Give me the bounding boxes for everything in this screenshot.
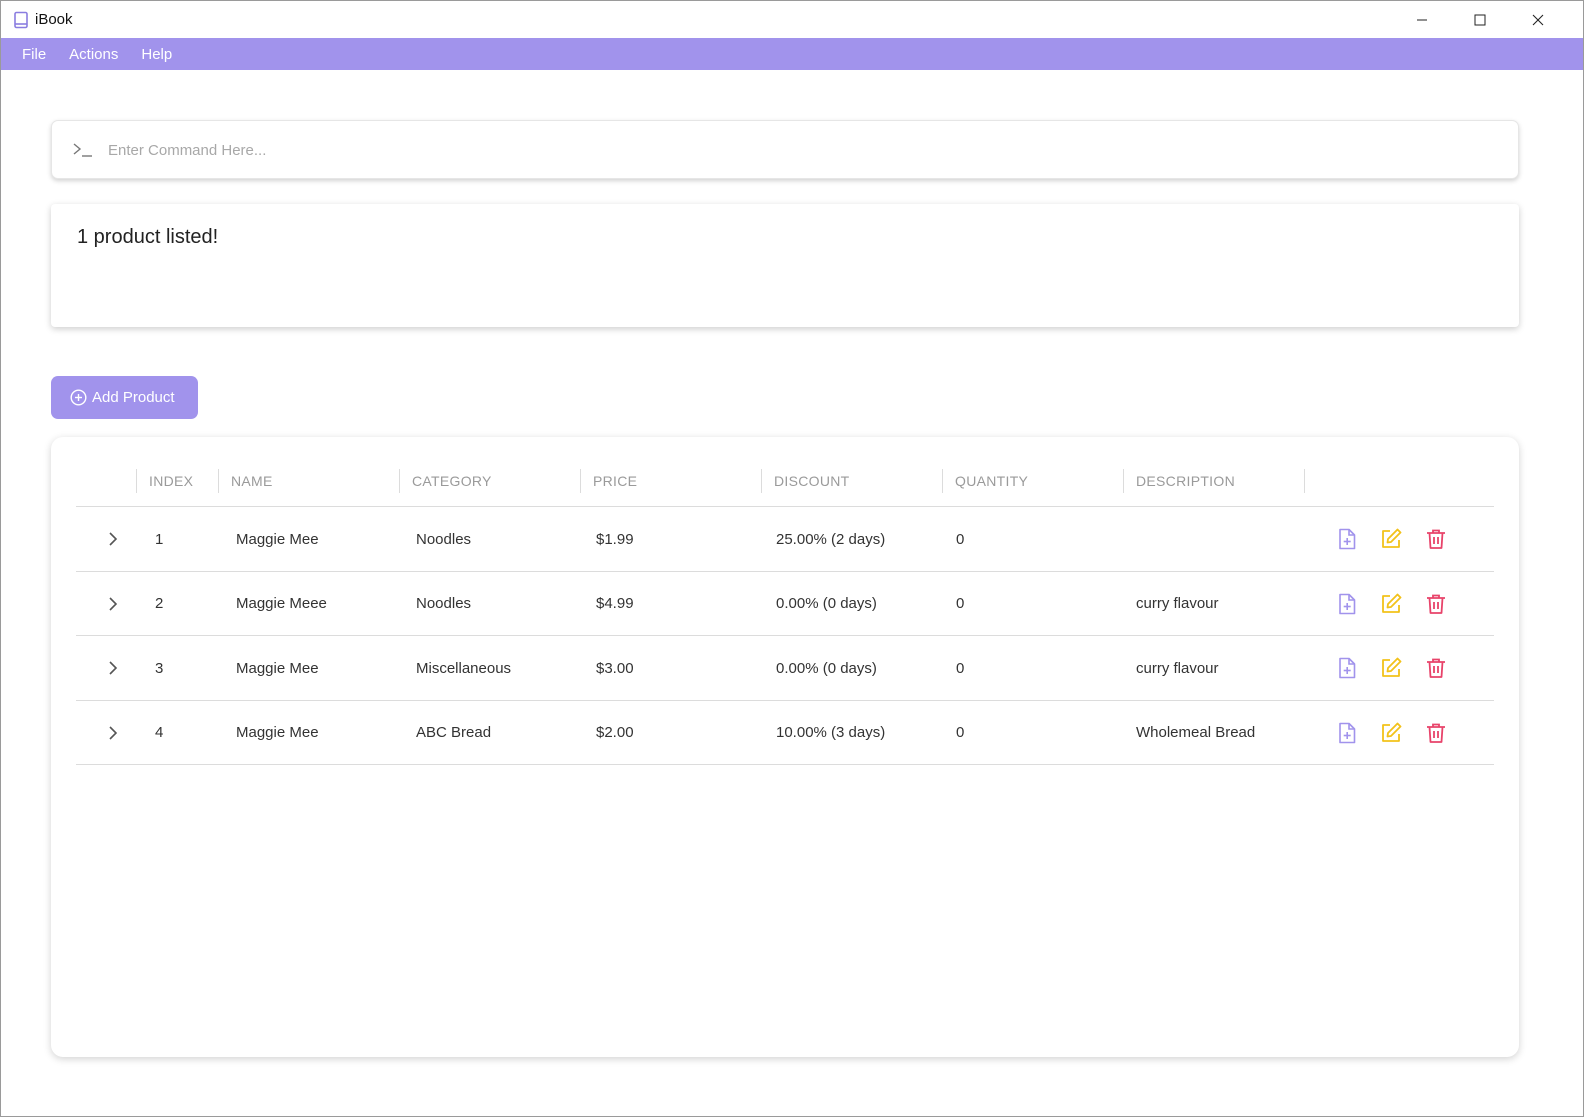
cell-name: Maggie Mee bbox=[236, 659, 319, 677]
file-plus-icon[interactable] bbox=[1335, 592, 1359, 616]
trash-icon[interactable] bbox=[1424, 721, 1448, 745]
file-plus-icon[interactable] bbox=[1335, 721, 1359, 745]
cell-category: Noodles bbox=[416, 530, 472, 548]
file-plus-icon[interactable] bbox=[1335, 527, 1359, 551]
expand-chevron-icon[interactable] bbox=[106, 596, 120, 612]
book-icon bbox=[12, 11, 30, 29]
add-product-button[interactable]: Add Product bbox=[51, 376, 198, 419]
app-window: iBook File Actions Help 1 product listed… bbox=[0, 0, 1584, 1117]
menu-file[interactable]: File bbox=[11, 46, 57, 63]
close-button[interactable] bbox=[1509, 1, 1567, 38]
cell-index: 4 bbox=[155, 724, 164, 741]
edit-icon[interactable] bbox=[1379, 656, 1403, 680]
maximize-icon bbox=[1474, 14, 1486, 25]
menu-bar: File Actions Help bbox=[1, 38, 1583, 70]
column-header-quantity[interactable]: QUANTITY bbox=[942, 469, 1123, 493]
cell-name: Maggie Mee bbox=[236, 530, 319, 548]
cell-discount: 0.00% (0 days) bbox=[776, 595, 877, 612]
trash-icon[interactable] bbox=[1424, 592, 1448, 616]
column-header-description[interactable]: DESCRIPTION bbox=[1123, 469, 1305, 493]
terminal-prompt-icon bbox=[72, 141, 94, 159]
cell-quantity: 0 bbox=[956, 530, 965, 548]
cell-name: Maggie Meee bbox=[236, 595, 327, 612]
title-bar: iBook bbox=[1, 1, 1583, 38]
cell-price: $4.99 bbox=[596, 595, 634, 612]
column-header-index[interactable]: INDEX bbox=[136, 469, 218, 493]
result-message: 1 product listed! bbox=[77, 226, 219, 248]
menu-actions[interactable]: Actions bbox=[58, 46, 129, 63]
command-box bbox=[51, 120, 1519, 179]
cell-description: Wholemeal Bread bbox=[1136, 724, 1256, 741]
expand-chevron-icon[interactable] bbox=[106, 531, 120, 547]
plus-circle-icon bbox=[70, 389, 87, 406]
table-row: 1 Maggie Mee Noodles $1.99 25.00% (2 day… bbox=[76, 507, 1494, 572]
file-plus-icon[interactable] bbox=[1335, 656, 1359, 680]
cell-index: 3 bbox=[155, 659, 164, 677]
cell-quantity: 0 bbox=[956, 659, 965, 677]
window-title: iBook bbox=[35, 11, 73, 28]
cell-price: $2.00 bbox=[596, 724, 634, 741]
trash-icon[interactable] bbox=[1424, 527, 1448, 551]
minimize-button[interactable] bbox=[1393, 1, 1451, 38]
table-row: 4 Maggie Mee ABC Bread $2.00 10.00% (3 d… bbox=[76, 701, 1494, 765]
cell-index: 2 bbox=[155, 595, 164, 612]
cell-price: $3.00 bbox=[596, 659, 634, 677]
cell-discount: 25.00% (2 days) bbox=[776, 530, 886, 548]
trash-icon[interactable] bbox=[1424, 656, 1448, 680]
cell-category: Miscellaneous bbox=[416, 659, 512, 677]
cell-category: Noodles bbox=[416, 595, 472, 612]
expand-chevron-icon[interactable] bbox=[106, 660, 120, 676]
column-header-category[interactable]: CATEGORY bbox=[399, 469, 580, 493]
product-table: INDEX NAME CATEGORY PRICE DISCOUNT QUANT… bbox=[51, 437, 1519, 1057]
cell-name: Maggie Mee bbox=[236, 724, 319, 741]
cell-quantity: 0 bbox=[956, 595, 965, 612]
expand-chevron-icon[interactable] bbox=[106, 725, 120, 741]
table-body: 1 Maggie Mee Noodles $1.99 25.00% (2 day… bbox=[76, 507, 1494, 765]
cell-discount: 10.00% (3 days) bbox=[776, 724, 886, 741]
cell-price: $1.99 bbox=[596, 530, 634, 548]
edit-icon[interactable] bbox=[1379, 721, 1403, 745]
add-product-label: Add Product bbox=[92, 389, 175, 406]
column-header-discount[interactable]: DISCOUNT bbox=[761, 469, 942, 493]
edit-icon[interactable] bbox=[1379, 527, 1403, 551]
column-header-price[interactable]: PRICE bbox=[580, 469, 761, 493]
cell-category: ABC Bread bbox=[416, 724, 492, 741]
menu-help[interactable]: Help bbox=[130, 46, 183, 63]
edit-icon[interactable] bbox=[1379, 592, 1403, 616]
column-header-name[interactable]: NAME bbox=[218, 469, 399, 493]
cell-index: 1 bbox=[155, 530, 164, 548]
result-display: 1 product listed! bbox=[51, 204, 1519, 327]
table-row: 2 Maggie Meee Noodles $4.99 0.00% (0 day… bbox=[76, 572, 1494, 636]
maximize-button[interactable] bbox=[1451, 1, 1509, 38]
table-header: INDEX NAME CATEGORY PRICE DISCOUNT QUANT… bbox=[76, 467, 1494, 507]
cell-discount: 0.00% (0 days) bbox=[776, 659, 877, 677]
minimize-icon bbox=[1417, 19, 1427, 20]
cell-description: curry flavour bbox=[1136, 595, 1219, 612]
cell-description: curry flavour bbox=[1136, 659, 1219, 677]
cell-quantity: 0 bbox=[956, 724, 965, 741]
close-icon bbox=[1532, 14, 1544, 25]
table-row: 3 Maggie Mee Miscellaneous $3.00 0.00% (… bbox=[76, 636, 1494, 701]
command-input[interactable] bbox=[108, 133, 1498, 167]
